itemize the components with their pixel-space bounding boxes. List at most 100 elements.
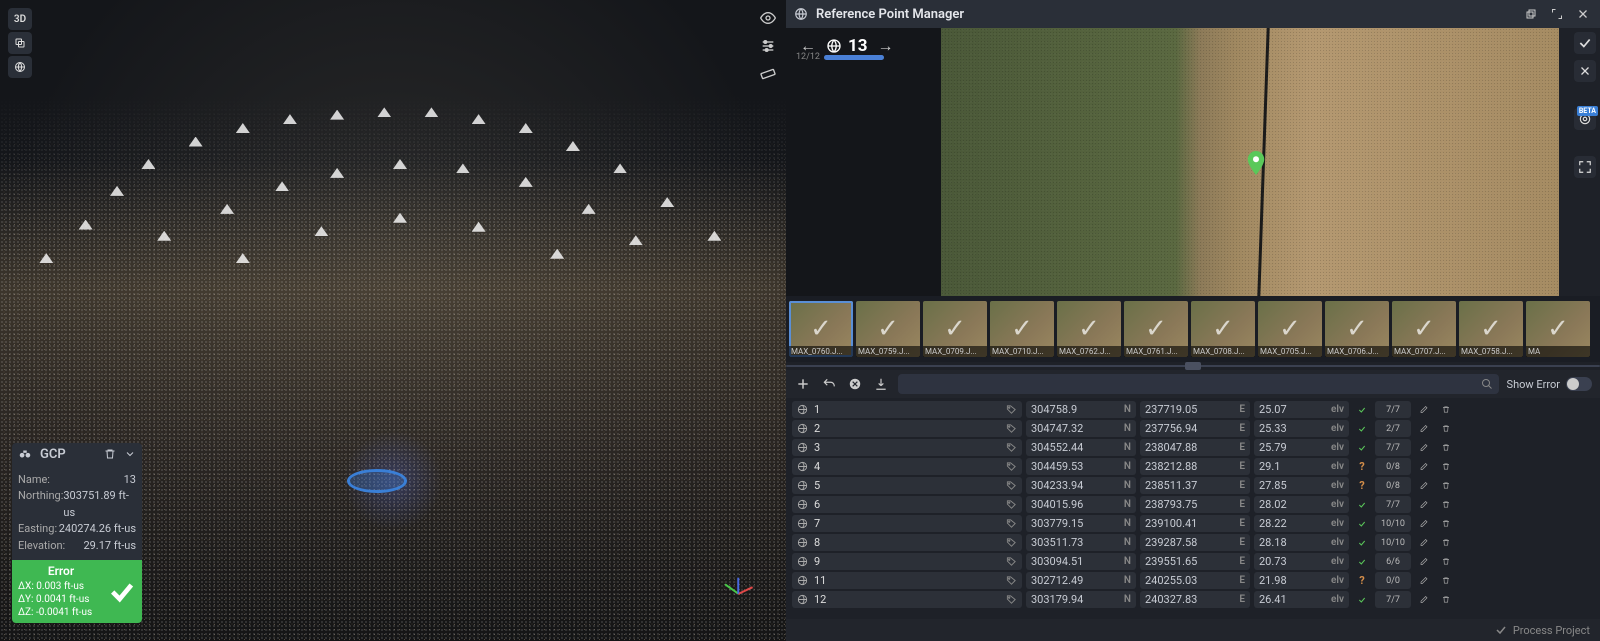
- table-row[interactable]: 5304233.94N238511.37E27.85elv?0/8: [792, 476, 1594, 495]
- trash-icon[interactable]: [1437, 553, 1455, 570]
- edit-icon[interactable]: [1415, 496, 1433, 513]
- table-row[interactable]: 7303779.15N239100.41E28.22elv10/10: [792, 514, 1594, 533]
- close-icon[interactable]: [1574, 60, 1596, 82]
- elevation-cell[interactable]: 27.85elv: [1254, 477, 1349, 494]
- search-field[interactable]: [904, 378, 1481, 390]
- edit-icon[interactable]: [1415, 591, 1433, 608]
- northing-cell[interactable]: 304015.96N: [1026, 496, 1136, 513]
- edit-icon[interactable]: [1415, 534, 1433, 551]
- globe-icon[interactable]: [8, 56, 32, 78]
- add-icon[interactable]: [794, 375, 812, 393]
- thumbnail[interactable]: ✓MA: [1526, 301, 1590, 357]
- thumbnail[interactable]: ✓MAX_0762.J...: [1057, 301, 1121, 357]
- tag-icon[interactable]: [1006, 575, 1017, 586]
- splitter-handle[interactable]: [786, 362, 1600, 370]
- trash-icon[interactable]: [1437, 591, 1455, 608]
- ruler-icon[interactable]: [758, 64, 778, 84]
- easting-cell[interactable]: 240327.83E: [1140, 591, 1250, 608]
- binoculars-icon[interactable]: [18, 447, 32, 461]
- table-row[interactable]: 8303511.73N239287.58E28.18elv10/10: [792, 533, 1594, 552]
- trash-icon[interactable]: [1437, 572, 1455, 589]
- trash-icon[interactable]: [1437, 534, 1455, 551]
- tag-icon[interactable]: [1006, 404, 1017, 415]
- easting-cell[interactable]: 238511.37E: [1140, 477, 1250, 494]
- northing-cell[interactable]: 303094.51N: [1026, 553, 1136, 570]
- process-project-button[interactable]: Process Project: [1513, 624, 1590, 637]
- thumbnail[interactable]: ✓MAX_0707.J...: [1392, 301, 1456, 357]
- tag-icon[interactable]: [1006, 556, 1017, 567]
- northing-cell[interactable]: 303179.94N: [1026, 591, 1136, 608]
- restore-window-icon[interactable]: [1522, 5, 1540, 23]
- download-icon[interactable]: [872, 375, 890, 393]
- pin-marker-icon[interactable]: [1247, 151, 1265, 175]
- thumbnail[interactable]: ✓MAX_0759.J...: [856, 301, 920, 357]
- edit-icon[interactable]: [1415, 458, 1433, 475]
- thumbnail[interactable]: ✓MAX_0705.J...: [1258, 301, 1322, 357]
- trash-icon[interactable]: [1437, 420, 1455, 437]
- copy-icon[interactable]: [8, 32, 32, 54]
- edit-icon[interactable]: [1415, 515, 1433, 532]
- thumbnail[interactable]: ✓MAX_0708.J...: [1191, 301, 1255, 357]
- edit-icon[interactable]: [1415, 553, 1433, 570]
- thumbnail[interactable]: ✓MAX_0706.J...: [1325, 301, 1389, 357]
- northing-cell[interactable]: 303779.15N: [1026, 515, 1136, 532]
- northing-cell[interactable]: 304747.32N: [1026, 420, 1136, 437]
- eye-icon[interactable]: [758, 8, 778, 28]
- easting-cell[interactable]: 237756.94E: [1140, 420, 1250, 437]
- edit-icon[interactable]: [1415, 401, 1433, 418]
- tag-icon[interactable]: [1006, 518, 1017, 529]
- elevation-cell[interactable]: 20.73elv: [1254, 553, 1349, 570]
- northing-cell[interactable]: 303511.73N: [1026, 534, 1136, 551]
- axes-indicator[interactable]: [718, 573, 758, 613]
- tag-icon[interactable]: [1006, 537, 1017, 548]
- table-row[interactable]: 6304015.96N238793.75E28.02elv7/7: [792, 495, 1594, 514]
- elevation-cell[interactable]: 29.1elv: [1254, 458, 1349, 475]
- thumbnail[interactable]: ✓MAX_0758.J...: [1459, 301, 1523, 357]
- easting-cell[interactable]: 239100.41E: [1140, 515, 1250, 532]
- edit-icon[interactable]: [1415, 572, 1433, 589]
- elevation-cell[interactable]: 25.33elv: [1254, 420, 1349, 437]
- table-row[interactable]: 11302712.49N240255.03E21.98elv?0/0: [792, 571, 1594, 590]
- trash-icon[interactable]: [1437, 496, 1455, 513]
- aerial-image-view[interactable]: [941, 28, 1559, 296]
- edit-icon[interactable]: [1415, 420, 1433, 437]
- trash-icon[interactable]: [1437, 477, 1455, 494]
- table-row[interactable]: 12303179.94N240327.83E26.41elv7/7: [792, 590, 1594, 609]
- elevation-cell[interactable]: 28.18elv: [1254, 534, 1349, 551]
- easting-cell[interactable]: 239287.58E: [1140, 534, 1250, 551]
- northing-cell[interactable]: 304233.94N: [1026, 477, 1136, 494]
- trash-icon[interactable]: [1437, 458, 1455, 475]
- thumbnail[interactable]: ✓MAX_0760.J...: [789, 301, 853, 357]
- trash-icon[interactable]: [1437, 439, 1455, 456]
- table-row[interactable]: 9303094.51N239551.65E20.73elv6/6: [792, 552, 1594, 571]
- tag-icon[interactable]: [1006, 423, 1017, 434]
- tag-icon[interactable]: [1006, 461, 1017, 472]
- table-row[interactable]: 3304552.44N238047.88E25.79elv7/7: [792, 438, 1594, 457]
- northing-cell[interactable]: 304758.9N: [1026, 401, 1136, 418]
- easting-cell[interactable]: 238047.88E: [1140, 439, 1250, 456]
- fullscreen-icon[interactable]: [1574, 156, 1596, 178]
- elevation-cell[interactable]: 28.22elv: [1254, 515, 1349, 532]
- trash-icon[interactable]: [1437, 401, 1455, 418]
- edit-icon[interactable]: [1415, 477, 1433, 494]
- trash-icon[interactable]: [1437, 515, 1455, 532]
- search-icon[interactable]: [1481, 378, 1493, 390]
- tag-icon[interactable]: [1006, 480, 1017, 491]
- gcp-marker-selected[interactable]: [347, 469, 407, 493]
- northing-cell[interactable]: 302712.49N: [1026, 572, 1136, 589]
- tag-icon[interactable]: [1006, 499, 1017, 510]
- table-row[interactable]: 2304747.32N237756.94E25.33elv2/7: [792, 419, 1594, 438]
- northing-cell[interactable]: 304552.44N: [1026, 439, 1136, 456]
- elevation-cell[interactable]: 26.41elv: [1254, 591, 1349, 608]
- undo-icon[interactable]: [820, 375, 838, 393]
- search-input[interactable]: [898, 374, 1499, 394]
- chevron-down-icon[interactable]: [124, 448, 136, 460]
- close-icon[interactable]: [1574, 5, 1592, 23]
- elevation-cell[interactable]: 25.79elv: [1254, 439, 1349, 456]
- easting-cell[interactable]: 239551.65E: [1140, 553, 1250, 570]
- confirm-icon[interactable]: [1574, 32, 1596, 54]
- thumbnail[interactable]: ✓MAX_0709.J...: [923, 301, 987, 357]
- easting-cell[interactable]: 237719.05E: [1140, 401, 1250, 418]
- view-mode-3d-button[interactable]: 3D: [8, 8, 32, 30]
- sliders-icon[interactable]: [758, 36, 778, 56]
